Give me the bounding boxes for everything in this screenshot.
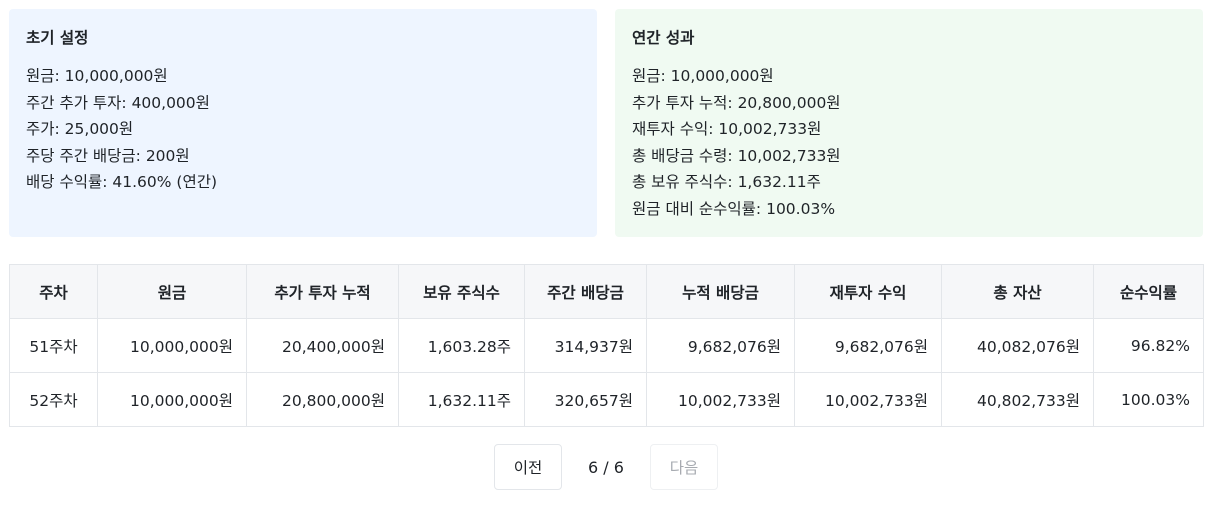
prev-page-button[interactable]: 이전	[494, 444, 562, 490]
cell-principal: 10,000,000원	[97, 318, 247, 373]
setting-weekly-dividend: 주당 주간 배당금: 200원	[26, 146, 190, 165]
cell-reinvest-return: 9,682,076원	[794, 318, 942, 373]
cell-additional-total: 20,800,000원	[246, 372, 399, 427]
header-cumulative-dividend: 누적 배당금	[646, 264, 795, 319]
page-indicator: 6 / 6	[588, 457, 624, 477]
cell-shares: 1,632.11주	[398, 372, 525, 427]
perf-net-return: 원금 대비 순수익률: 100.03%	[632, 199, 836, 218]
cell-cumulative-dividend: 10,002,733원	[646, 372, 795, 427]
header-principal: 원금	[97, 264, 247, 319]
header-weekly-dividend: 주간 배당금	[524, 264, 647, 319]
setting-principal: 원금: 10,000,000원	[26, 67, 168, 85]
header-reinvest-return: 재투자 수익	[794, 264, 942, 319]
cell-weekly-dividend: 320,657원	[524, 372, 647, 427]
cell-weekly-dividend: 314,937원	[524, 318, 647, 373]
header-net-return: 순수익률	[1093, 264, 1204, 319]
header-week: 주차	[9, 264, 98, 319]
setting-dividend-yield: 배당 수익률: 41.60% (연간)	[26, 173, 218, 191]
next-page-button[interactable]: 다음	[650, 444, 718, 490]
perf-reinvest-return: 재투자 수익: 10,002,733원	[632, 120, 822, 138]
initial-settings-card: 초기 설정 원금: 10,000,000원 주간 추가 투자: 400,000원…	[9, 9, 597, 237]
cell-net-return: 96.82%	[1093, 318, 1204, 373]
table-row: 51주차 10,000,000원 20,400,000원 1,603.28주 3…	[9, 318, 1204, 373]
header-total-assets: 총 자산	[941, 264, 1094, 319]
table-row: 52주차 10,000,000원 20,800,000원 1,632.11주 3…	[9, 372, 1204, 427]
cell-net-return: 100.03%	[1093, 372, 1204, 427]
annual-performance-card: 연간 성과 원금: 10,000,000원 추가 투자 누적: 20,800,0…	[615, 9, 1203, 237]
table-header-row: 주차 원금 추가 투자 누적 보유 주식수 주간 배당금 누적 배당금 재투자 …	[9, 264, 1204, 319]
cell-shares: 1,603.28주	[398, 318, 525, 373]
setting-share-price: 주가: 25,000원	[26, 120, 134, 138]
setting-weekly-addition: 주간 추가 투자: 400,000원	[26, 93, 210, 112]
perf-additional-total: 추가 투자 누적: 20,800,000원	[632, 93, 841, 112]
cell-cumulative-dividend: 9,682,076원	[646, 318, 795, 373]
cell-week: 52주차	[9, 372, 98, 427]
cell-week: 51주차	[9, 318, 98, 373]
cell-total-assets: 40,802,733원	[941, 372, 1094, 427]
perf-principal: 원금: 10,000,000원	[632, 67, 774, 85]
annual-performance-title: 연간 성과	[632, 29, 695, 47]
cell-additional-total: 20,400,000원	[246, 318, 399, 373]
page: 초기 설정 원금: 10,000,000원 주간 추가 투자: 400,000원…	[0, 0, 1215, 531]
weekly-table: 주차 원금 추가 투자 누적 보유 주식수 주간 배당금 누적 배당금 재투자 …	[9, 264, 1204, 427]
header-additional-total: 추가 투자 누적	[246, 264, 399, 319]
initial-settings-title: 초기 설정	[26, 29, 89, 47]
cell-principal: 10,000,000원	[97, 372, 247, 427]
cell-total-assets: 40,082,076원	[941, 318, 1094, 373]
cell-reinvest-return: 10,002,733원	[794, 372, 942, 427]
pagination: 이전 6 / 6 다음	[0, 444, 1215, 490]
perf-total-dividends: 총 배당금 수령: 10,002,733원	[632, 146, 841, 165]
header-shares: 보유 주식수	[398, 264, 525, 319]
perf-total-shares: 총 보유 주식수: 1,632.11주	[632, 173, 821, 191]
